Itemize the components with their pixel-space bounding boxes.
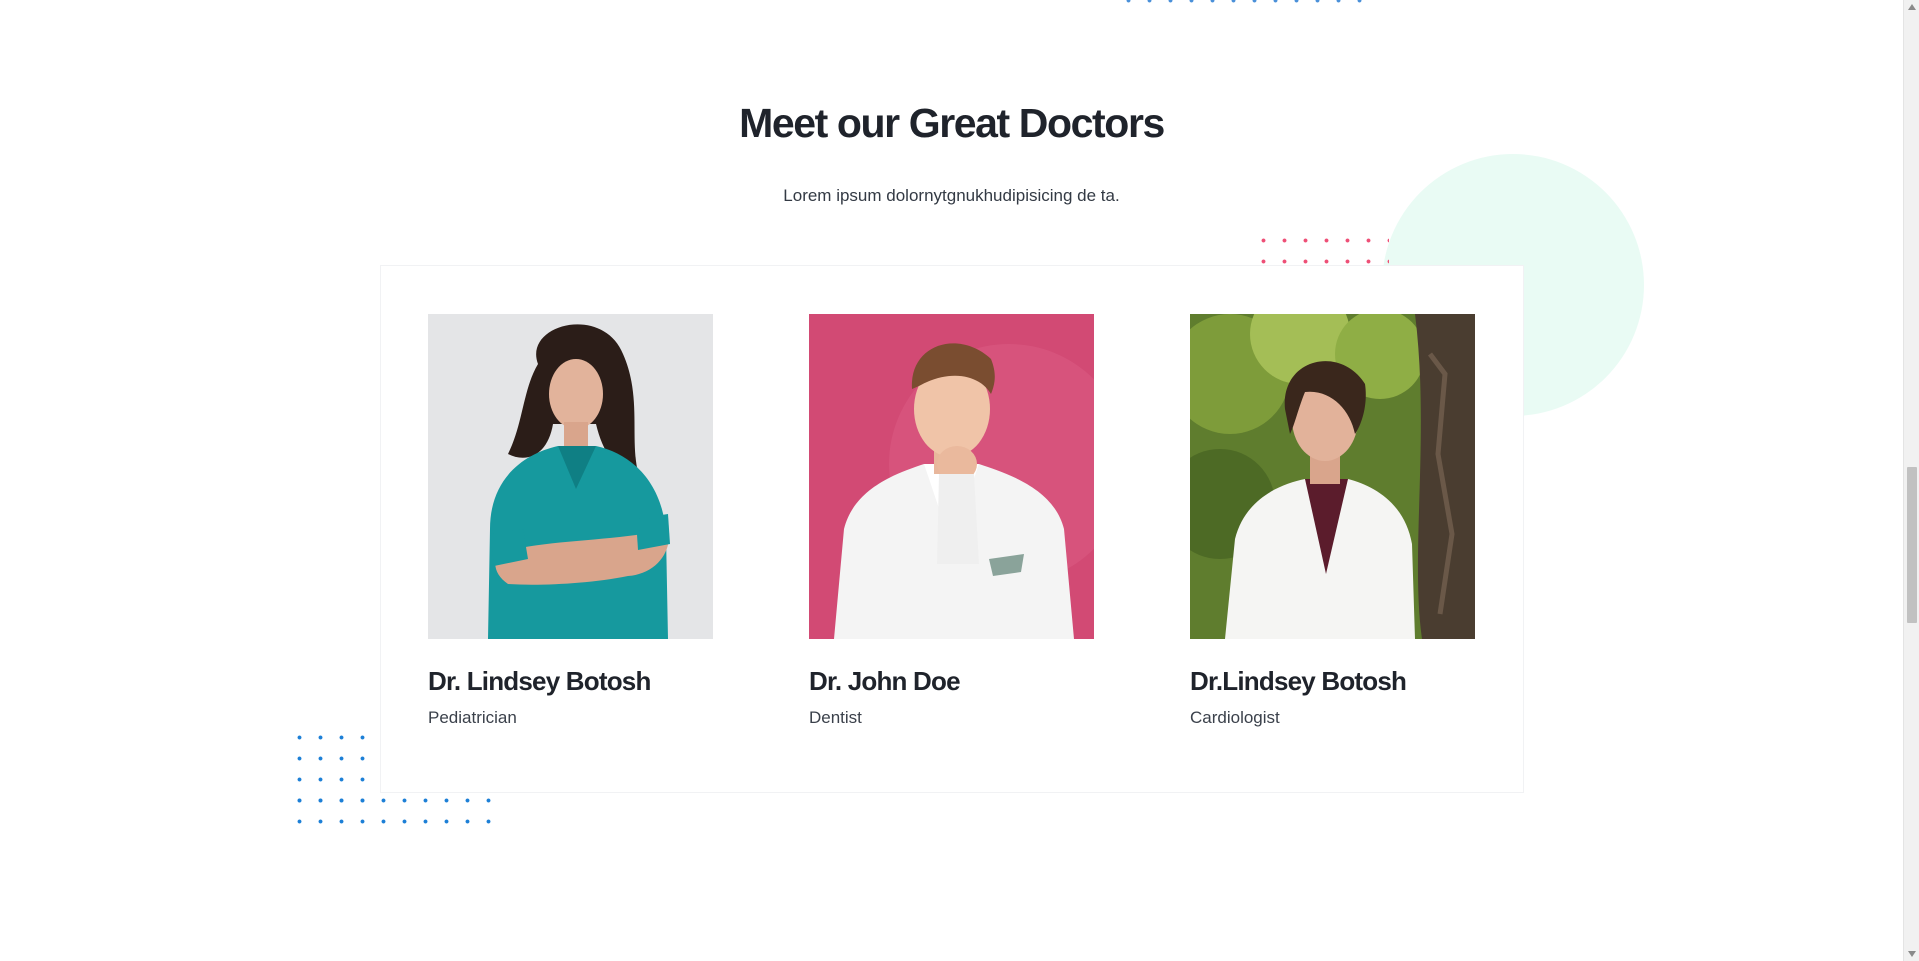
doctor-card-2[interactable]: Dr. John Doe Dentist	[809, 314, 1094, 728]
doctors-card: Dr. Lindsey Botosh Pediatrician Dr. John…	[380, 265, 1524, 793]
doctor-photo-2[interactable]	[809, 314, 1094, 639]
decorative-dots-top	[1118, 0, 1378, 7]
decorative-dots-bottom-row	[289, 790, 499, 832]
section-title: Meet our Great Doctors	[739, 100, 1165, 146]
doctor-photo-3[interactable]	[1190, 314, 1475, 639]
doctor-photo-1[interactable]	[428, 314, 713, 639]
doctor-portrait-icon	[1190, 314, 1475, 639]
doctor-portrait-icon	[428, 314, 713, 639]
doctor-name[interactable]: Dr. John Doe	[809, 666, 1094, 697]
page-scrollbar[interactable]	[1903, 0, 1919, 961]
doctor-card-1[interactable]: Dr. Lindsey Botosh Pediatrician	[428, 314, 713, 728]
decorative-dots-pink	[1253, 230, 1389, 268]
doctor-portrait-icon	[809, 314, 1094, 639]
page: Meet our Great Doctors Lorem ipsum dolor…	[0, 0, 1919, 961]
doctor-name[interactable]: Dr. Lindsey Botosh	[428, 666, 713, 697]
doctor-role: Pediatrician	[428, 708, 517, 727]
doctor-role: Cardiologist	[1190, 708, 1280, 727]
scroll-down-arrow-icon[interactable]	[1908, 951, 1916, 957]
scrollbar-thumb[interactable]	[1907, 467, 1917, 623]
doctor-card-3[interactable]: Dr.Lindsey Botosh Cardiologist	[1190, 314, 1475, 728]
section-subtitle: Lorem ipsum dolornytgnukhudipisicing de …	[783, 186, 1120, 205]
scroll-up-arrow-icon[interactable]	[1908, 4, 1916, 10]
doctor-role: Dentist	[809, 708, 862, 727]
doctor-name[interactable]: Dr.Lindsey Botosh	[1190, 666, 1475, 697]
